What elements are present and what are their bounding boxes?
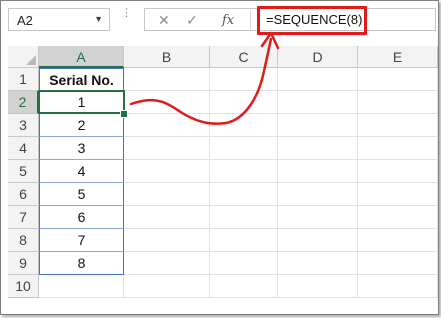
- spreadsheet-window: A2 ▼ ⋮ ✕ ✓ fx =SEQUENCE(8) A B C D E 1 Serial …: [0, 0, 439, 315]
- annotation-arrow-curve: [129, 37, 273, 125]
- annotation-arrow: [129, 31, 280, 125]
